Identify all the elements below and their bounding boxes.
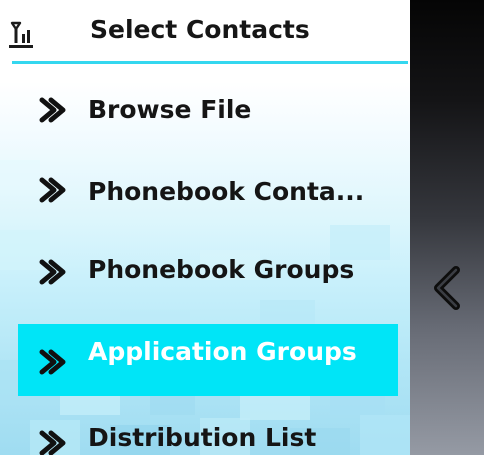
menu-item-browse-file[interactable]: Browse File [18, 74, 398, 146]
menu-item-application-groups[interactable]: Application Groups [18, 324, 398, 396]
chevron-right-icon [39, 177, 66, 203]
menu-item-phonebook-groups[interactable]: Phonebook Groups [18, 234, 398, 306]
menu-item-label: Distribution List [88, 423, 317, 452]
chevron-right-icon [39, 349, 66, 375]
menu-item-label: Phonebook Groups [88, 255, 355, 284]
menu-item-label: Browse File [88, 95, 252, 124]
chevron-right-icon [39, 97, 66, 123]
menu-panel: Select Contacts Browse File Phonebook Co… [0, 0, 410, 455]
menu-item-label: Application Groups [88, 337, 357, 366]
chevron-right-icon [39, 259, 66, 285]
chevron-right-icon [39, 430, 66, 455]
contact-source-menu: Browse File Phonebook Conta... Phonebook… [0, 0, 410, 455]
menu-item-distribution-list[interactable]: Distribution List [18, 404, 398, 455]
phone-screen: Select Contacts Browse File Phonebook Co… [0, 0, 484, 455]
menu-item-phonebook-contacts[interactable]: Phonebook Conta... [18, 154, 398, 226]
menu-item-label: Phonebook Conta... [88, 177, 365, 206]
chevron-left-icon[interactable] [426, 262, 466, 314]
side-panel [410, 0, 484, 455]
